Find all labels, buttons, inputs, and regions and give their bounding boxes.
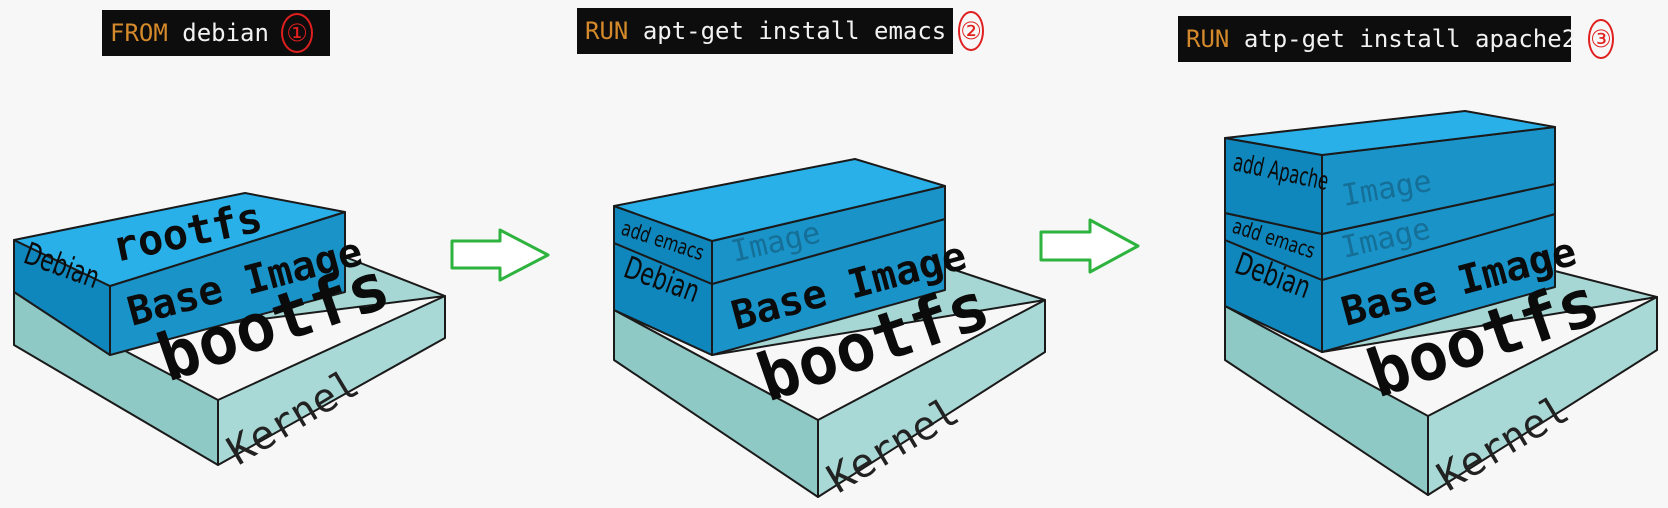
arrow-right-icon xyxy=(1039,218,1140,274)
arrow-right-icon xyxy=(450,228,550,282)
layer-diagram: Kernel bootfs Base Image Debian rootfs K… xyxy=(13,110,1658,503)
